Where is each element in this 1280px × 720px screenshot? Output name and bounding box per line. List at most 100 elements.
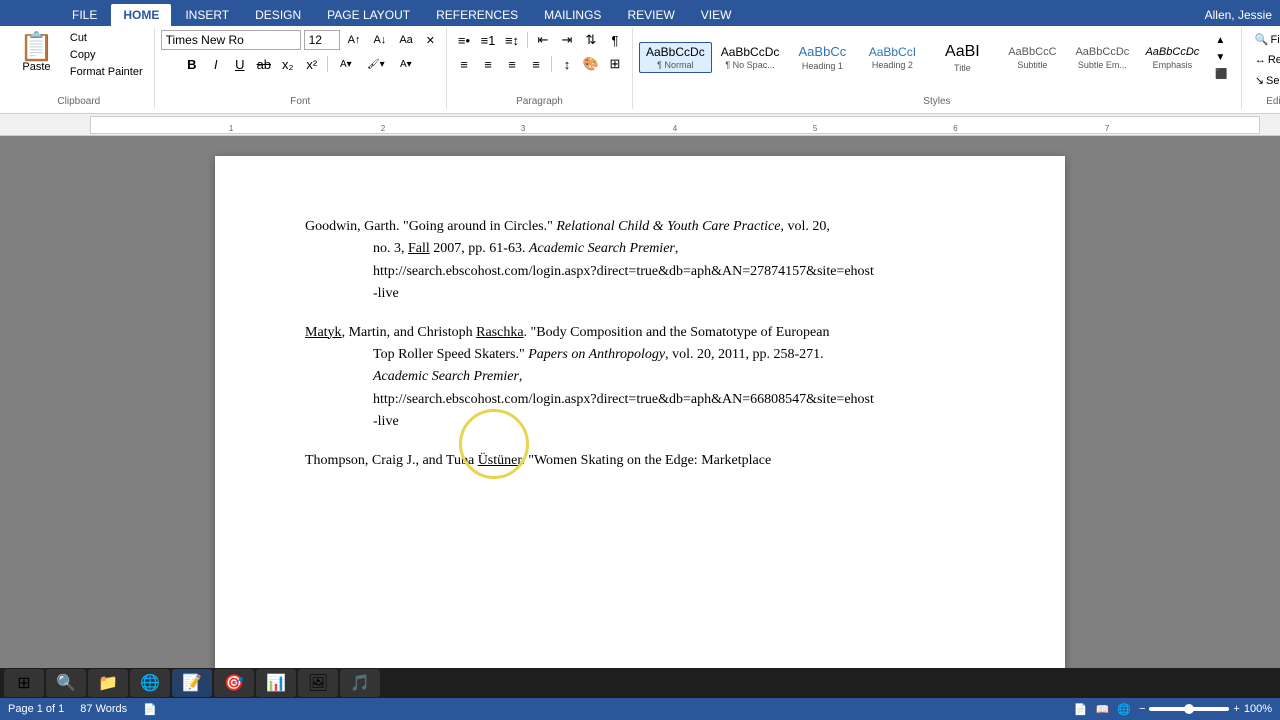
clipboard-label: Clipboard — [57, 94, 100, 107]
style-heading1[interactable]: AaBbCc Heading 1 — [788, 41, 856, 74]
para-goodwin-live: -live — [305, 283, 975, 305]
view-read[interactable]: 📖 — [1096, 703, 1110, 716]
replace-button[interactable]: ↔ Replace — [1248, 51, 1280, 69]
multilevel-button[interactable]: ≡↕ — [501, 30, 523, 50]
find-button[interactable]: 🔍 Find — [1248, 30, 1280, 49]
ribbon-tabs: FILE HOME INSERT DESIGN PAGE LAYOUT REFE… — [0, 0, 1280, 26]
zoom-level: 100% — [1244, 703, 1272, 715]
font-color-button[interactable]: A▾ — [392, 54, 420, 74]
bullets-button[interactable]: ≡• — [453, 30, 475, 50]
borders-button[interactable]: ⊞ — [604, 54, 626, 74]
find-icon: 🔍 — [1255, 33, 1269, 46]
styles-scroll-down[interactable]: ▼ — [1210, 49, 1232, 66]
font-size-input[interactable] — [304, 30, 340, 50]
paste-button[interactable]: 📋 Paste — [10, 30, 63, 80]
copy-button[interactable]: Copy — [65, 47, 148, 63]
taskbar-app2[interactable]: 📊 — [256, 669, 296, 697]
ribbon-content: 📋 Paste Cut Copy Format Painter Clipboar… — [0, 26, 1280, 114]
align-center-button[interactable]: ≡ — [477, 54, 499, 74]
tab-view[interactable]: VIEW — [689, 4, 744, 26]
tab-mailings[interactable]: MAILINGS — [532, 4, 613, 26]
styles-gallery: AaBbCcDc ¶ Normal AaBbCcDc ¶ No Spac... … — [639, 30, 1235, 85]
para-matyk-live: -live — [305, 411, 975, 433]
shrink-font-button[interactable]: A↓ — [368, 31, 391, 49]
style-heading2[interactable]: AaBbCcI Heading 2 — [858, 42, 926, 74]
document-area: Goodwin, Garth. "Going around in Circles… — [0, 136, 1280, 694]
zoom-control[interactable]: − + 100% — [1139, 703, 1272, 715]
para-matyk-2: Top Roller Speed Skaters." Papers on Ant… — [305, 344, 975, 366]
subscript-button[interactable]: x₂ — [277, 54, 299, 74]
numbering-button[interactable]: ≡1 — [477, 30, 499, 50]
para-matyk: Matyk, Martin, and Christoph Raschka. "B… — [305, 322, 975, 344]
taskbar-explorer[interactable]: 📁 — [88, 669, 128, 697]
zoom-in[interactable]: + — [1233, 703, 1239, 715]
superscript-button[interactable]: x² — [301, 54, 323, 74]
style-subtle-em[interactable]: AaBbCcDc Subtle Em... — [1068, 42, 1136, 72]
style-emphasis[interactable]: AaBbCcDc Emphasis — [1138, 42, 1206, 72]
taskbar-start[interactable]: ⊞ — [4, 669, 44, 697]
italic-button[interactable]: I — [205, 54, 227, 74]
tab-references[interactable]: REFERENCES — [424, 4, 530, 26]
page-info: Page 1 of 1 — [8, 703, 64, 715]
line-spacing-button[interactable]: ↕ — [556, 54, 578, 74]
sort-button[interactable]: ⇅ — [580, 30, 602, 50]
strikethrough-button[interactable]: ab — [253, 54, 275, 74]
tab-home[interactable]: HOME — [111, 4, 171, 26]
styles-more[interactable]: ⬛ — [1210, 66, 1232, 83]
paste-label: Paste — [22, 61, 50, 73]
tab-design[interactable]: DESIGN — [243, 4, 313, 26]
format-painter-button[interactable]: Format Painter — [65, 64, 148, 80]
cut-button[interactable]: Cut — [65, 30, 148, 46]
view-print[interactable]: 📄 — [1074, 703, 1088, 716]
shading-button[interactable]: 🖌▾ — [362, 54, 390, 74]
taskbar-app1[interactable]: 🎯 — [214, 669, 254, 697]
increase-indent-button[interactable]: ⇥ — [556, 30, 578, 50]
style-subtitle[interactable]: AaBbCcC Subtitle — [998, 42, 1066, 72]
justify-button[interactable]: ≡ — [525, 54, 547, 74]
align-right-button[interactable]: ≡ — [501, 54, 523, 74]
editing-label: Editing — [1266, 94, 1280, 107]
style-normal[interactable]: AaBbCcDc ¶ Normal — [639, 42, 712, 74]
font-group: A↑ A↓ Aa ✕ B I U ab x₂ x² A▾ 🖌▾ A▾ — [155, 28, 447, 109]
clear-format-button[interactable]: ✕ — [421, 31, 440, 50]
tab-file[interactable]: FILE — [60, 4, 109, 26]
para-thompson: Thompson, Craig J., and Tuba Üstüner. "W… — [305, 450, 975, 472]
grow-font-button[interactable]: A↑ — [343, 31, 366, 49]
paragraph-label: Paragraph — [516, 94, 563, 107]
zoom-out[interactable]: − — [1139, 703, 1145, 715]
taskbar-word[interactable]: 📝 — [172, 669, 212, 697]
ribbon: FILE HOME INSERT DESIGN PAGE LAYOUT REFE… — [0, 0, 1280, 114]
taskbar-browser[interactable]: 🌐 — [130, 669, 170, 697]
language: 📄 — [143, 703, 157, 716]
document-text[interactable]: Goodwin, Garth. "Going around in Circles… — [305, 216, 975, 472]
font-name-input[interactable] — [161, 30, 301, 50]
taskbar: ⊞ 🔍 📁 🌐 📝 🎯 📊 🖼 🎵 — [0, 668, 1280, 698]
tab-review[interactable]: REVIEW — [615, 4, 686, 26]
taskbar-app4[interactable]: 🎵 — [340, 669, 380, 697]
taskbar-app3[interactable]: 🖼 — [298, 669, 338, 697]
taskbar-search[interactable]: 🔍 — [46, 669, 86, 697]
underline-button[interactable]: U — [229, 54, 251, 74]
para-goodwin-2: no. 3, Fall 2007, pp. 61-63. Academic Se… — [305, 238, 975, 260]
styles-label: Styles — [923, 94, 950, 107]
style-title[interactable]: AaBI Title — [928, 39, 996, 76]
select-button[interactable]: ↘ Select ▾ — [1248, 71, 1280, 90]
style-no-space[interactable]: AaBbCcDc ¶ No Spac... — [714, 42, 787, 74]
styles-scroll-up[interactable]: ▲ — [1210, 32, 1232, 49]
align-left-button[interactable]: ≡ — [453, 54, 475, 74]
decrease-indent-button[interactable]: ⇤ — [532, 30, 554, 50]
ruler-bar: 1 2 3 4 5 6 7 — [90, 116, 1260, 134]
tab-insert[interactable]: INSERT — [173, 4, 241, 26]
shading-para-button[interactable]: 🎨 — [580, 54, 602, 74]
view-web[interactable]: 🌐 — [1117, 703, 1131, 716]
bold-button[interactable]: B — [181, 54, 203, 74]
zoom-slider[interactable] — [1149, 707, 1229, 711]
para-matyk-3: Academic Search Premier, — [305, 366, 975, 388]
zoom-thumb — [1184, 704, 1194, 714]
user-name: Allen, Jessie — [1197, 4, 1280, 26]
text-highlight-button[interactable]: A▾ — [332, 54, 360, 74]
document-page[interactable]: Goodwin, Garth. "Going around in Circles… — [215, 156, 1065, 694]
change-case-button[interactable]: Aa — [394, 31, 417, 49]
show-marks-button[interactable]: ¶ — [604, 30, 626, 50]
tab-page-layout[interactable]: PAGE LAYOUT — [315, 4, 422, 26]
